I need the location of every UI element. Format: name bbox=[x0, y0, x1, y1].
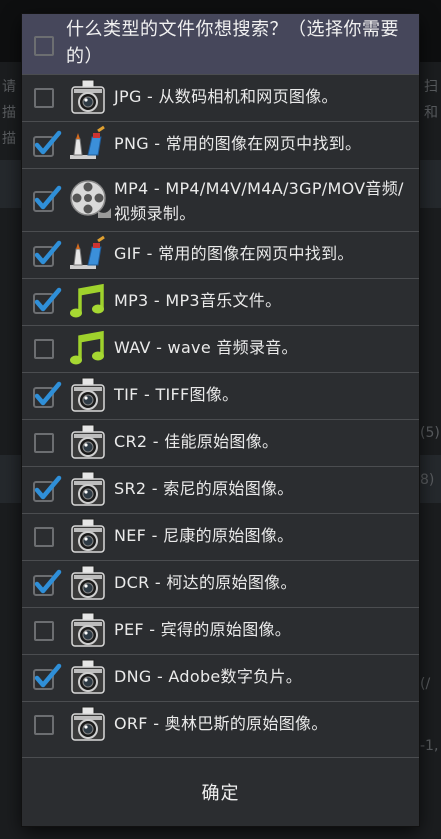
file-type-label: JPG - 从数码相机和网页图像。 bbox=[114, 87, 338, 106]
checkbox-unchecked[interactable] bbox=[34, 527, 54, 547]
film-reel-icon bbox=[68, 178, 112, 222]
checkbox-checked[interactable] bbox=[32, 381, 62, 409]
file-type-row[interactable]: NEF - 尼康的原始图像。 bbox=[22, 513, 419, 560]
camera-icon bbox=[68, 564, 108, 604]
dialog-title: 什么类型的文件你想搜索？（选择你需要的） bbox=[66, 19, 399, 67]
file-type-row[interactable]: GIF - 常用的图像在网页中找到。 bbox=[22, 231, 419, 278]
checkbox-checked[interactable] bbox=[32, 130, 62, 158]
checkbox-checked[interactable] bbox=[32, 475, 62, 503]
camera-icon bbox=[68, 423, 108, 463]
checkbox-unchecked[interactable] bbox=[34, 621, 54, 641]
file-type-row[interactable]: MP3 - MP3音乐文件。 bbox=[22, 278, 419, 325]
paint-brush-icon bbox=[68, 125, 108, 165]
file-type-label: CR2 - 佳能原始图像。 bbox=[114, 432, 279, 451]
checkbox-checked[interactable] bbox=[32, 287, 62, 315]
file-type-list: JPG - 从数码相机和网页图像。 PNG - 常用的图像在网页中找到。 MP4… bbox=[22, 74, 419, 748]
dialog-footer: 确定 bbox=[22, 757, 419, 826]
file-type-label: WAV - wave 音频录音。 bbox=[114, 338, 298, 357]
file-type-label: PEF - 宾得的原始图像。 bbox=[114, 620, 292, 639]
checkbox-unchecked[interactable] bbox=[34, 433, 54, 453]
camera-icon bbox=[68, 470, 108, 510]
file-type-label: MP4 - MP4/M4V/M4A/3GP/MOV音频/视频录制。 bbox=[114, 179, 404, 223]
checkbox-unchecked[interactable] bbox=[34, 339, 54, 359]
file-type-label: DCR - 柯达的原始图像。 bbox=[114, 573, 297, 592]
camera-icon bbox=[68, 376, 108, 416]
file-type-row[interactable]: PNG - 常用的图像在网页中找到。 bbox=[22, 121, 419, 168]
file-type-row[interactable]: DNG - Adobe数字负片。 bbox=[22, 654, 419, 701]
checkbox-unchecked[interactable] bbox=[34, 88, 54, 108]
camera-icon bbox=[68, 78, 108, 118]
file-type-label: SR2 - 索尼的原始图像。 bbox=[114, 479, 294, 498]
file-type-row[interactable]: MP4 - MP4/M4V/M4A/3GP/MOV音频/视频录制。 bbox=[22, 168, 419, 231]
file-type-row[interactable]: ORF - 奥林巴斯的原始图像。 bbox=[22, 701, 419, 748]
checkbox-checked[interactable] bbox=[32, 185, 62, 213]
music-note-icon bbox=[68, 329, 108, 369]
file-type-label: NEF - 尼康的原始图像。 bbox=[114, 526, 294, 545]
file-type-row[interactable]: DCR - 柯达的原始图像。 bbox=[22, 560, 419, 607]
paint-brush-icon bbox=[68, 235, 108, 275]
file-type-label: GIF - 常用的图像在网页中找到。 bbox=[114, 244, 354, 263]
file-type-label: DNG - Adobe数字负片。 bbox=[114, 667, 303, 686]
file-type-row[interactable]: SR2 - 索尼的原始图像。 bbox=[22, 466, 419, 513]
file-type-row[interactable]: JPG - 从数码相机和网页图像。 bbox=[22, 74, 419, 121]
file-type-label: TIF - TIFF图像。 bbox=[114, 385, 239, 404]
checkbox-checked[interactable] bbox=[32, 569, 62, 597]
checkbox-checked[interactable] bbox=[32, 663, 62, 691]
file-type-label: PNG - 常用的图像在网页中找到。 bbox=[114, 134, 362, 153]
file-type-row[interactable]: WAV - wave 音频录音。 bbox=[22, 325, 419, 372]
file-type-row[interactable]: TIF - TIFF图像。 bbox=[22, 372, 419, 419]
camera-icon bbox=[68, 658, 108, 698]
file-type-row[interactable]: PEF - 宾得的原始图像。 bbox=[22, 607, 419, 654]
camera-icon bbox=[68, 517, 108, 557]
checkbox-checked[interactable] bbox=[32, 240, 62, 268]
checkbox-unchecked[interactable] bbox=[34, 715, 54, 735]
file-type-label: ORF - 奥林巴斯的原始图像。 bbox=[114, 714, 328, 733]
camera-icon bbox=[68, 705, 108, 745]
select-all-checkbox[interactable] bbox=[34, 36, 54, 56]
music-note-icon bbox=[68, 282, 108, 322]
file-type-dialog: 什么类型的文件你想搜索？（选择你需要的） JPG - 从数码相机和网页图像。 P… bbox=[22, 14, 419, 826]
file-type-row[interactable]: CR2 - 佳能原始图像。 bbox=[22, 419, 419, 466]
dialog-header: 什么类型的文件你想搜索？（选择你需要的） bbox=[22, 14, 419, 74]
confirm-button[interactable]: 确定 bbox=[172, 771, 270, 813]
camera-icon bbox=[68, 611, 108, 651]
file-type-label: MP3 - MP3音乐文件。 bbox=[114, 291, 282, 310]
